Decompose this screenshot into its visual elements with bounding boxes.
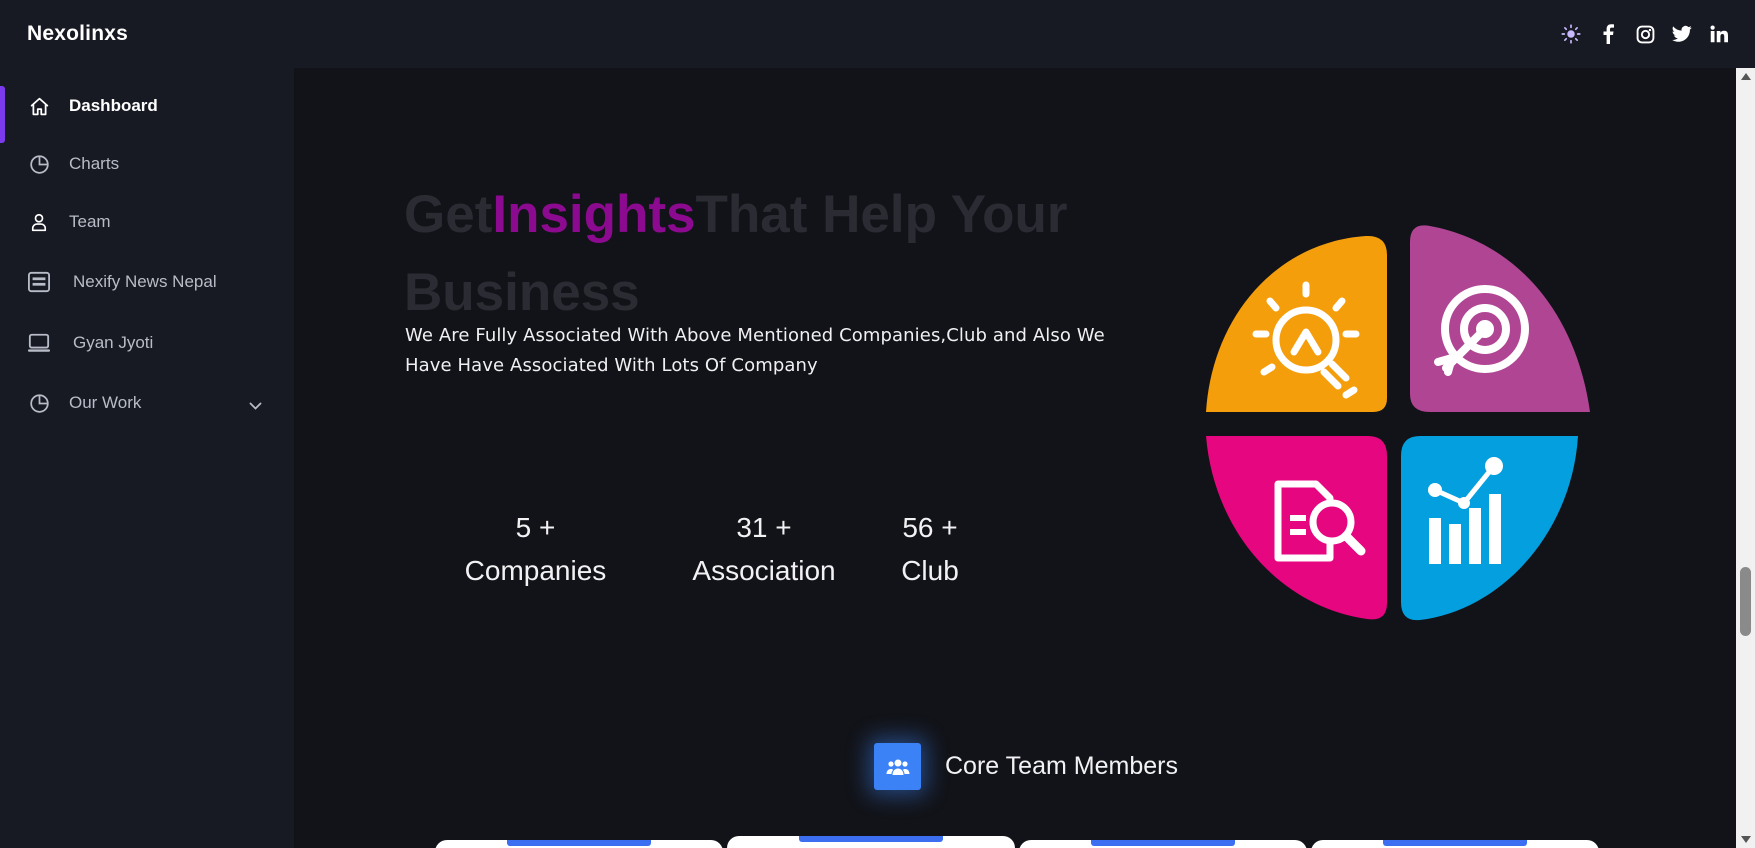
stat-label: Club (901, 555, 959, 586)
scrollbar[interactable] (1736, 68, 1755, 848)
hero-subtitle: We Are Fully Associated With Above Menti… (405, 325, 1105, 376)
team-card[interactable] (1019, 840, 1307, 848)
sidebar-item-label: Charts (69, 154, 120, 173)
card-accent (1091, 840, 1235, 846)
team-card[interactable] (727, 836, 1015, 848)
scroll-down-arrow-icon[interactable] (1736, 831, 1755, 848)
facebook-icon[interactable] (1598, 24, 1618, 44)
twitter-icon[interactable] (1672, 24, 1692, 44)
team-header: Core Team Members (874, 743, 1178, 790)
users-icon (874, 743, 921, 790)
laptop-icon (28, 332, 50, 354)
insights-illustration (1206, 225, 1590, 621)
sidebar-item-label: Gyan Jyoti (73, 333, 154, 352)
user-icon (28, 211, 50, 233)
card-accent (799, 836, 943, 842)
stat-companies: 5 + Companies (458, 506, 613, 592)
sidebar-item-label: Nexify News Nepal (73, 271, 217, 291)
sidebar-item-nexify-news-nepal[interactable]: Nexify News Nepal (0, 251, 294, 312)
newspaper-icon (28, 271, 50, 293)
hero-title: GetInsightsThat Help Your Business (404, 176, 1104, 332)
sidebar-item-dashboard[interactable]: Dashboard (0, 77, 294, 143)
team-card[interactable] (1311, 840, 1599, 848)
sun-icon[interactable] (1561, 24, 1581, 44)
document-search-quadrant (1206, 436, 1387, 620)
scroll-up-arrow-icon[interactable] (1736, 68, 1755, 85)
pie-chart-icon (28, 392, 50, 414)
team-title: Core Team Members (945, 752, 1178, 780)
card-accent (507, 840, 651, 846)
pie-chart-icon (28, 153, 50, 175)
sidebar-item-label: Dashboard (69, 96, 158, 115)
top-bar: Nexolinxs (0, 0, 1755, 68)
hero-title-highlight: Insights (492, 185, 696, 244)
linkedin-icon[interactable] (1709, 24, 1729, 44)
team-card[interactable] (435, 840, 723, 848)
sidebar-item-team[interactable]: Team (0, 193, 294, 251)
sidebar: Dashboard Charts Team Nexify News Nepal … (0, 68, 294, 848)
scrollbar-thumb[interactable] (1740, 567, 1751, 636)
card-accent (1383, 840, 1527, 846)
stat-label: Association (692, 555, 836, 586)
main-content: GetInsightsThat Help Your Business We Ar… (294, 68, 1736, 848)
stat-association: 31 + Association (680, 506, 848, 592)
stat-value: 31 + (736, 512, 792, 543)
chevron-down-icon[interactable] (249, 395, 262, 415)
sidebar-item-label: Our Work (69, 393, 142, 412)
sidebar-item-gyan-jyoti[interactable]: Gyan Jyoti (0, 312, 294, 374)
stat-label: Companies (464, 555, 607, 586)
sidebar-item-our-work[interactable]: Our Work (0, 374, 294, 432)
lightbulb-quadrant (1206, 235, 1387, 412)
stat-value: 5 + (515, 512, 556, 543)
stat-value: 56 + (902, 512, 958, 543)
brand-logo[interactable]: Nexolinxs (27, 22, 128, 46)
instagram-icon[interactable] (1635, 24, 1655, 44)
hero-title-pre: Get (404, 185, 493, 244)
sidebar-item-label: Team (69, 212, 111, 231)
top-icons (1561, 24, 1729, 44)
home-icon (28, 95, 50, 117)
target-quadrant (1410, 225, 1590, 412)
stat-club: 56 + Club (895, 506, 965, 592)
bar-chart-quadrant (1401, 436, 1578, 621)
sidebar-item-charts[interactable]: Charts (0, 135, 294, 193)
